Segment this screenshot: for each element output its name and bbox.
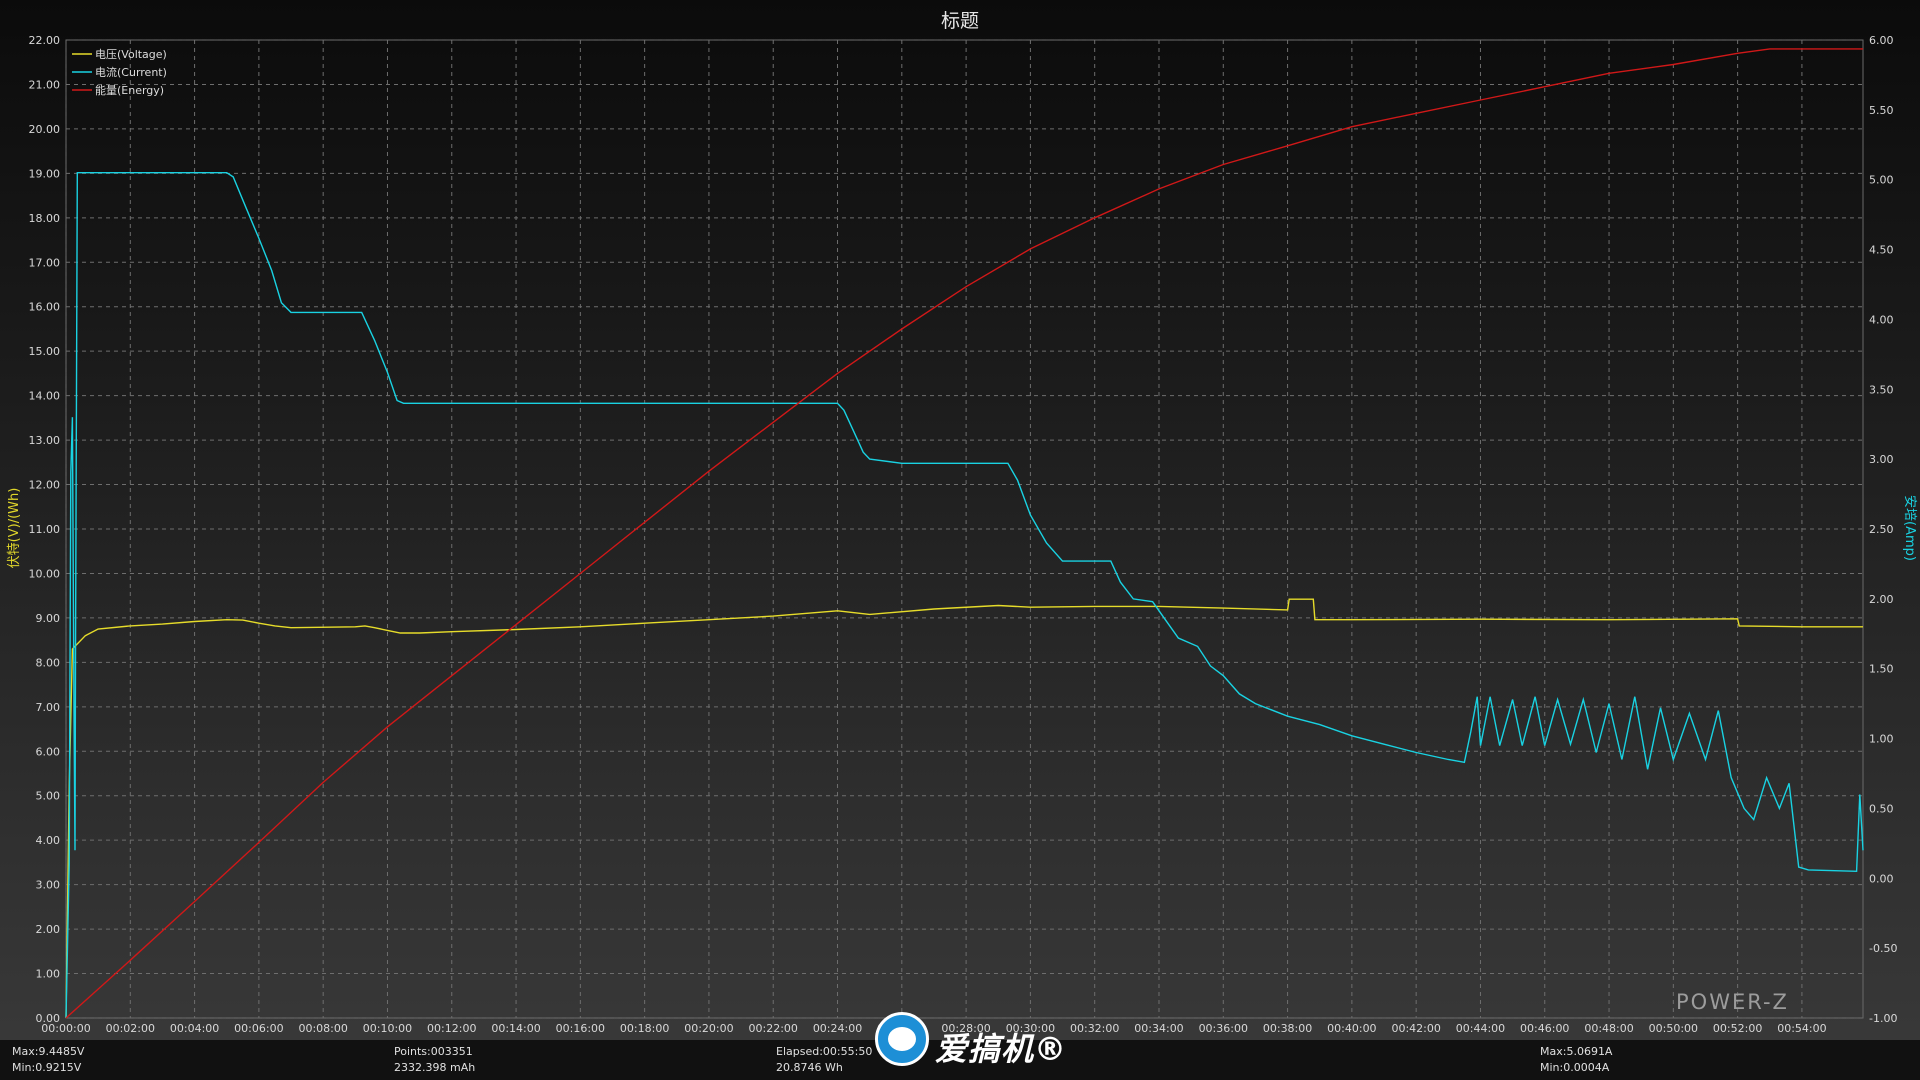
right-tick-label: 6.00: [1869, 34, 1894, 47]
series-line: [65, 48, 1863, 1019]
x-tick-label: 00:06:00: [234, 1022, 283, 1035]
grid: [65, 39, 1863, 1019]
brand-logo-text: 爱搞机®: [935, 1030, 1068, 1068]
left-tick-label: 15.00: [29, 345, 61, 358]
legend-entry: 能量(Energy): [95, 83, 164, 97]
right-tick-label: 2.50: [1869, 523, 1894, 536]
right-tick-label: 3.00: [1869, 453, 1894, 466]
x-tick-label: 00:44:00: [1456, 1022, 1505, 1035]
right-axis-ticks: -1.00 -0.50 0.00 0.50 1.00 1.50 2.00 2.50 3.00 3.…: [1869, 34, 1897, 1025]
left-tick-label: 18.00: [29, 212, 61, 225]
x-tick-label: 00:46:00: [1520, 1022, 1569, 1035]
right-tick-label: 5.50: [1869, 104, 1894, 117]
right-tick-label: 2.00: [1869, 593, 1894, 606]
left-axis-ticks: 0.001.002.003.004.005.006.007.008.009.00…: [29, 34, 61, 1025]
power-z-watermark: POWER-Z: [1676, 990, 1789, 1014]
x-tick-label: 00:08:00: [298, 1022, 347, 1035]
x-tick-label: 00:54:00: [1777, 1022, 1826, 1035]
left-tick-label: 16.00: [29, 301, 61, 314]
x-tick-label: 00:32:00: [1070, 1022, 1119, 1035]
x-tick-label: 00:24:00: [813, 1022, 862, 1035]
right-tick-label: 4.50: [1869, 244, 1894, 257]
x-tick-label: 00:14:00: [491, 1022, 540, 1035]
left-tick-label: 9.00: [36, 612, 61, 625]
energy-wh: 20.8746 Wh: [776, 1061, 843, 1074]
left-tick-label: 2.00: [36, 923, 61, 936]
x-tick-label: 00:22:00: [749, 1022, 798, 1035]
right-tick-label: -1.00: [1869, 1012, 1897, 1025]
x-tick-label: 00:12:00: [427, 1022, 476, 1035]
brand-logo-icon: [875, 1012, 929, 1066]
x-tick-label: 00:36:00: [1199, 1022, 1248, 1035]
left-tick-label: 11.00: [29, 523, 61, 536]
left-tick-label: 5.00: [36, 790, 61, 803]
chart-plot: 0.00 1.00 2.00 3.00 4.00 5.00 6.00 7.00 8.00 9.00…: [7, 34, 1918, 1035]
left-tick-label: 8.00: [36, 656, 61, 669]
x-tick-label: 00:38:00: [1263, 1022, 1312, 1035]
voltage-min: Min:0.9215V: [12, 1061, 82, 1074]
right-axis-label: 安培(Amp): [1902, 495, 1918, 561]
left-tick-label: 6.00: [36, 745, 61, 758]
x-tick-label: 00:50:00: [1649, 1022, 1698, 1035]
current-min: Min:0.0004A: [1540, 1061, 1610, 1074]
voltage-max: Max:9.4485V: [12, 1045, 85, 1058]
right-tick-label: 1.00: [1869, 733, 1894, 746]
capacity-mah: 2332.398 mAh: [394, 1061, 476, 1074]
right-tick-label: -0.50: [1869, 942, 1897, 955]
points-count: Points:003351: [394, 1045, 473, 1058]
right-tick-label: 0.00: [1869, 872, 1894, 885]
x-tick-label: 00:48:00: [1584, 1022, 1633, 1035]
x-tick-label: 00:18:00: [620, 1022, 669, 1035]
x-tick-label: 00:20:00: [684, 1022, 733, 1035]
x-tick-label: 00:34:00: [1134, 1022, 1183, 1035]
x-tick-label: 00:16:00: [556, 1022, 605, 1035]
x-axis-ticks: 00:00:00 00:02:00 00:04:00 00:06:00 00:08:00…: [41, 1022, 1826, 1035]
right-tick-label: 4.00: [1869, 313, 1894, 326]
x-tick-label: 00:00:00: [41, 1022, 90, 1035]
left-tick-label: 13.00: [29, 434, 61, 447]
series-layer: [65, 48, 1864, 1019]
x-tick-label: 00:10:00: [363, 1022, 412, 1035]
right-tick-label: 1.50: [1869, 663, 1894, 676]
left-tick-label: 1.00: [36, 968, 61, 981]
x-tick-label: 00:02:00: [106, 1022, 155, 1035]
legend-entry: 电流(Current): [95, 65, 167, 79]
x-tick-label: 00:04:00: [170, 1022, 219, 1035]
left-axis-label: 伏特(V)/(Wh): [7, 488, 22, 569]
legend-entry: 电压(Voltage): [95, 48, 167, 61]
right-tick-label: 0.50: [1869, 802, 1894, 815]
series-line: [65, 172, 1864, 1019]
left-tick-label: 12.00: [29, 479, 61, 492]
left-tick-label: 20.00: [29, 123, 61, 136]
x-tick-label: 00:52:00: [1713, 1022, 1762, 1035]
right-tick-label: 5.00: [1869, 174, 1894, 187]
left-tick-label: 10.00: [29, 567, 61, 580]
chart-window: 标题 0.00 1.00 2.00 3.00 4.00 5.00 6.00 7.00 8.00 9…: [0, 0, 1920, 1080]
left-tick-label: 21.00: [29, 78, 61, 91]
left-tick-label: 17.00: [29, 256, 61, 269]
legend: 电压(Voltage) 电流(Current) 能量(Energy): [72, 48, 167, 97]
right-tick-label: 3.50: [1869, 383, 1894, 396]
left-tick-label: 22.00: [29, 34, 61, 47]
current-max: Max:5.0691A: [1540, 1045, 1613, 1058]
left-tick-label: 3.00: [36, 879, 61, 892]
elapsed-time: Elapsed:00:55:50: [776, 1045, 873, 1058]
left-tick-label: 4.00: [36, 834, 61, 847]
left-tick-label: 14.00: [29, 390, 61, 403]
left-tick-label: 7.00: [36, 701, 61, 714]
x-tick-label: 00:42:00: [1391, 1022, 1440, 1035]
x-tick-label: 00:40:00: [1327, 1022, 1376, 1035]
left-tick-label: 19.00: [29, 167, 61, 180]
